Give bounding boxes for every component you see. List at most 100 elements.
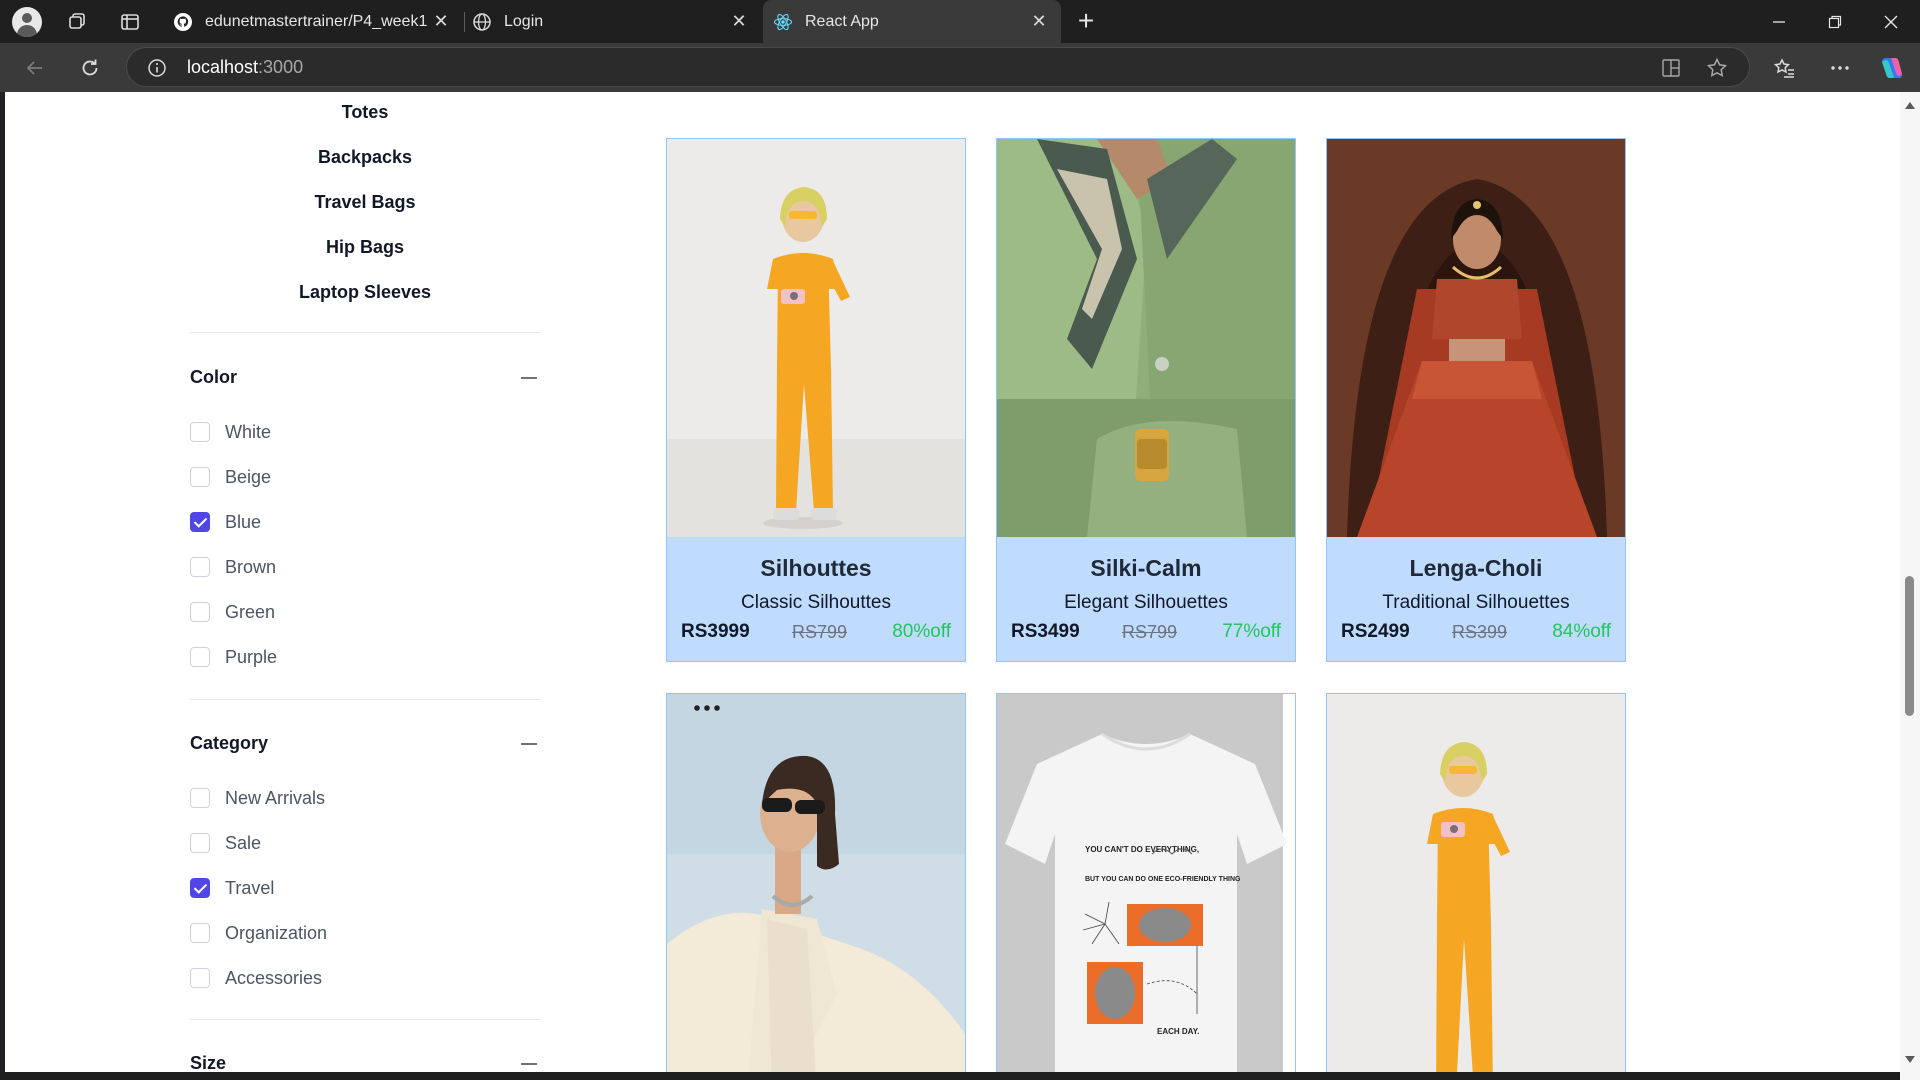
address-bar[interactable]: localhost:3000 bbox=[126, 47, 1750, 87]
filter-option-beige[interactable]: Beige bbox=[190, 465, 271, 489]
checkbox[interactable] bbox=[190, 647, 210, 667]
filter-option-travel[interactable]: Travel bbox=[190, 876, 274, 900]
product-card[interactable]: Silhouttes Classic Silhouttes RS3999 RS7… bbox=[666, 138, 966, 662]
more-options-icon[interactable] bbox=[1825, 53, 1855, 83]
checkbox[interactable] bbox=[190, 923, 210, 943]
profile-avatar-icon[interactable] bbox=[12, 7, 42, 37]
filter-option-green[interactable]: Green bbox=[190, 600, 275, 624]
option-label: Green bbox=[225, 601, 276, 622]
product-old-price: RS799 bbox=[1122, 622, 1178, 642]
tab-login[interactable]: Login ✕ bbox=[466, 0, 761, 43]
refresh-icon[interactable] bbox=[75, 53, 105, 83]
page-scrollbar[interactable] bbox=[1900, 92, 1920, 1080]
tab-github[interactable]: edunetmastertrainer/P4_week1 ✕ bbox=[163, 0, 463, 43]
color-filter-toggle[interactable]: Color bbox=[190, 365, 540, 391]
divider bbox=[190, 699, 540, 700]
subcategory-link[interactable]: Laptop Sleeves bbox=[190, 282, 540, 303]
close-tab-icon[interactable]: ✕ bbox=[729, 11, 749, 31]
subcategory-link[interactable]: Totes bbox=[190, 102, 540, 123]
checkbox[interactable] bbox=[190, 833, 210, 853]
checkbox[interactable] bbox=[190, 788, 210, 808]
split-screen-icon[interactable] bbox=[1661, 58, 1681, 78]
subcategory-link[interactable]: Backpacks bbox=[190, 147, 540, 168]
option-label: Purple bbox=[225, 646, 278, 667]
size-filter-toggle[interactable]: Size bbox=[190, 1051, 540, 1072]
restore-icon[interactable] bbox=[1806, 0, 1864, 43]
product-info: Silki-Calm Elegant Silhouettes RS3499 RS… bbox=[997, 537, 1295, 661]
product-old-price: RS799 bbox=[792, 622, 848, 642]
option-label: New Arrivals bbox=[225, 787, 326, 808]
subcategory-link[interactable]: Travel Bags bbox=[190, 192, 540, 213]
product-image[interactable] bbox=[1327, 139, 1625, 537]
checkbox[interactable] bbox=[190, 467, 210, 487]
checkbox[interactable] bbox=[190, 878, 210, 898]
filter-option-brown[interactable]: Brown bbox=[190, 555, 276, 579]
product-card[interactable]: YOU CAN'T DO EVERYTHING, BUT YOU CAN DO … bbox=[996, 693, 1296, 1072]
checkbox[interactable] bbox=[190, 557, 210, 577]
option-label: Beige bbox=[225, 466, 272, 487]
product-card[interactable] bbox=[666, 693, 966, 1072]
filter-option-accessories[interactable]: Accessories bbox=[190, 966, 322, 990]
product-price: RS3999 bbox=[681, 621, 750, 642]
workspaces-icon[interactable] bbox=[62, 7, 91, 36]
checkbox[interactable] bbox=[190, 422, 210, 442]
option-label: White bbox=[225, 421, 272, 442]
close-window-icon[interactable] bbox=[1862, 0, 1920, 43]
filter-option-new-arrivals[interactable]: New Arrivals bbox=[190, 786, 325, 810]
page-viewport: Totes Backpacks Travel Bags Hip Bags Lap… bbox=[5, 92, 1900, 1072]
favorite-star-icon[interactable] bbox=[1705, 56, 1729, 80]
option-label: Travel bbox=[225, 877, 275, 898]
product-description: Traditional Silhouettes bbox=[1382, 592, 1570, 613]
product-image[interactable] bbox=[667, 694, 965, 1072]
category-filter-toggle[interactable]: Category bbox=[190, 731, 540, 757]
filter-option-purple[interactable]: Purple bbox=[190, 645, 277, 669]
subcategory-link[interactable]: Hip Bags bbox=[190, 237, 540, 258]
tab-title: Login bbox=[504, 12, 544, 30]
scrollbar-thumb[interactable] bbox=[1905, 576, 1914, 716]
checkbox[interactable] bbox=[190, 602, 210, 622]
close-tab-icon[interactable]: ✕ bbox=[1029, 11, 1049, 31]
product-discount: 80%off bbox=[892, 621, 951, 642]
minus-icon bbox=[521, 1063, 537, 1065]
filter-title: Color bbox=[190, 367, 237, 387]
product-image[interactable] bbox=[1327, 694, 1625, 1072]
filter-title: Size bbox=[190, 1053, 227, 1072]
product-image[interactable]: YOU CAN'T DO EVERYTHING, BUT YOU CAN DO … bbox=[997, 694, 1295, 1072]
tab-react-app[interactable]: React App ✕ bbox=[763, 0, 1061, 43]
filter-option-organization[interactable]: Organization bbox=[190, 921, 327, 945]
filter-option-blue[interactable]: Blue bbox=[190, 510, 261, 534]
favorites-icon[interactable] bbox=[1770, 53, 1800, 83]
minimize-icon[interactable] bbox=[1750, 0, 1808, 43]
scroll-down-icon[interactable] bbox=[1905, 1056, 1915, 1063]
filter-option-white[interactable]: White bbox=[190, 420, 271, 444]
back-arrow-icon[interactable] bbox=[20, 53, 50, 83]
browser-tab-bar: edunetmastertrainer/P4_week1 ✕ Login ✕ R… bbox=[0, 0, 1920, 43]
checkbox[interactable] bbox=[190, 968, 210, 988]
tshirt-print-text: BUT YOU CAN DO ONE ECO-FRIENDLY THING bbox=[1085, 876, 1241, 883]
option-label: Organization bbox=[225, 922, 328, 943]
tab-title: edunetmastertrainer/P4_week1 bbox=[205, 12, 428, 30]
copilot-icon[interactable] bbox=[1877, 53, 1907, 83]
product-name[interactable]: Silhouttes bbox=[667, 555, 965, 582]
url-text[interactable]: localhost:3000 bbox=[187, 57, 303, 78]
product-card[interactable]: Silki-Calm Elegant Silhouettes RS3499 RS… bbox=[996, 138, 1296, 662]
product-name[interactable]: Silki-Calm bbox=[997, 555, 1295, 582]
url-port: :3000 bbox=[258, 57, 304, 77]
site-info-icon[interactable] bbox=[147, 58, 167, 78]
product-image[interactable] bbox=[667, 139, 965, 537]
product-image[interactable] bbox=[997, 139, 1295, 537]
product-card[interactable] bbox=[1326, 693, 1626, 1072]
product-name[interactable]: Lenga-Choli bbox=[1327, 555, 1625, 582]
product-card[interactable]: Lenga-Choli Traditional Silhouettes RS24… bbox=[1326, 138, 1626, 662]
scroll-up-icon[interactable] bbox=[1905, 102, 1915, 109]
product-price: RS3499 bbox=[1011, 621, 1080, 642]
close-tab-icon[interactable]: ✕ bbox=[431, 11, 451, 31]
new-tab-button[interactable]: + bbox=[1072, 7, 1100, 36]
checkbox[interactable] bbox=[190, 512, 210, 532]
window-bottom-edge bbox=[0, 1072, 1900, 1080]
option-label: Accessories bbox=[225, 967, 323, 988]
product-discount: 84%off bbox=[1552, 621, 1611, 642]
url-host: localhost bbox=[187, 57, 259, 77]
filter-option-sale[interactable]: Sale bbox=[190, 831, 261, 855]
vertical-tabs-icon[interactable] bbox=[115, 7, 144, 36]
